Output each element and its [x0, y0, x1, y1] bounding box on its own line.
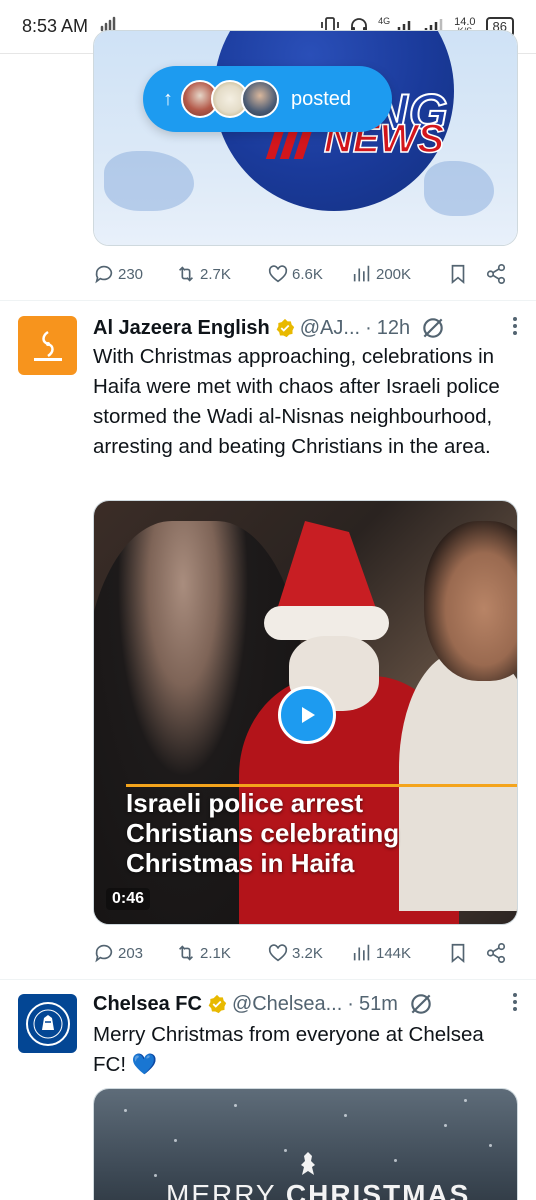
timestamp[interactable]: 51m [359, 993, 398, 1016]
grok-icon[interactable] [408, 991, 434, 1017]
caption-line-1: Israeli police arrest [126, 788, 364, 818]
chelsea-lion-icon [301, 1152, 315, 1175]
display-name[interactable]: Al Jazeera English [93, 317, 270, 340]
tweet-3-text: Merry Christmas from everyone at Chelsea… [93, 1023, 484, 1076]
separator-dot: · [365, 316, 372, 339]
tweet-2-actions: 203 2.1K 3.2K 144K [93, 938, 518, 968]
bookmark-button[interactable] [447, 942, 485, 964]
reply-icon [95, 265, 113, 284]
reply-count: 230 [118, 265, 144, 283]
aljazeera-avatar[interactable] [18, 316, 77, 375]
caption-line-2: Christians celebrating [126, 818, 400, 848]
retweet-icon [178, 266, 194, 282]
tweet-2-header: Al Jazeera English @AJ... · 12h [93, 314, 518, 342]
views-chart-icon [353, 265, 370, 282]
handle[interactable]: @Chelsea... [232, 993, 342, 1016]
display-name[interactable]: Chelsea FC [93, 993, 202, 1016]
bookmark-icon [451, 943, 465, 964]
retweet-count: 2.1K [200, 944, 231, 962]
handle[interactable]: @AJ... [300, 317, 360, 340]
verified-badge-icon [208, 994, 227, 1014]
views-chart-icon [353, 944, 370, 961]
video-caption: Israeli police arrest Christians celebra… [126, 788, 399, 878]
caption-accent-line [126, 784, 517, 787]
snowflake [444, 1124, 447, 1127]
like-button[interactable]: 3.2K [267, 942, 351, 964]
video-figure [264, 606, 389, 640]
video-duration: 0:46 [106, 888, 151, 910]
more-options-icon[interactable] [512, 316, 518, 336]
bookmark-icon [451, 264, 465, 285]
share-button[interactable] [485, 263, 515, 285]
share-icon [486, 943, 506, 963]
grok-icon[interactable] [420, 315, 446, 341]
snowflake [489, 1144, 492, 1147]
tweet-3-image[interactable]: MERRY CHRISTMAS [93, 1088, 518, 1200]
reply-button[interactable]: 203 [93, 942, 175, 964]
reply-count: 203 [118, 944, 144, 962]
snowflake [464, 1099, 467, 1102]
play-button[interactable] [278, 686, 336, 744]
merry-word: MERRY [166, 1179, 286, 1200]
view-count: 144K [376, 944, 412, 962]
retweet-button[interactable]: 2.1K [175, 942, 267, 964]
snowflake [124, 1109, 127, 1112]
caption-line-3: Christmas in Haifa [126, 848, 355, 878]
timestamp[interactable]: 12h [377, 317, 410, 340]
bookmark-button[interactable] [447, 263, 485, 285]
chelsea-avatar[interactable] [18, 994, 77, 1053]
snowflake [284, 1149, 287, 1152]
snowflake [234, 1104, 237, 1107]
tweet-2-video[interactable]: Israeli police arrest Christians celebra… [93, 500, 518, 925]
tweet-divider [0, 300, 536, 301]
heart-icon [268, 944, 288, 962]
views-button[interactable]: 144K [351, 942, 447, 964]
video-figure [424, 521, 517, 681]
reply-icon [95, 944, 113, 963]
status-time: 8:53 AM [22, 16, 89, 36]
chelsea-crest-icon [25, 1001, 70, 1046]
pill-avatars [181, 80, 279, 118]
network-type: 4G [378, 15, 391, 26]
more-options-icon[interactable] [512, 992, 518, 1012]
posted-label: posted [291, 87, 352, 110]
video-figure [399, 651, 517, 911]
new-posts-pill[interactable]: ↑ posted [143, 66, 392, 132]
tweet-3-header: Chelsea FC @Chelsea... · 51m [93, 990, 518, 1018]
aljazeera-logo-icon [33, 330, 62, 361]
retweet-icon [178, 945, 194, 961]
avatar [241, 80, 279, 118]
merry-christmas-text: MERRY CHRISTMAS [166, 1179, 470, 1200]
heart-icon [268, 265, 288, 283]
view-count: 200K [376, 265, 412, 283]
snowflake [344, 1114, 347, 1117]
like-button[interactable]: 6.6K [267, 263, 351, 285]
play-icon [302, 707, 315, 723]
reply-button[interactable]: 230 [93, 263, 175, 285]
separator-dot: · [347, 992, 354, 1015]
verified-badge-icon [276, 318, 294, 338]
tweet-1-image[interactable]: BREAKING NEWS [93, 30, 518, 246]
like-count: 6.6K [292, 265, 323, 283]
christmas-word: CHRISTMAS [285, 1179, 471, 1200]
tweet-1-actions: 230 2.7K 6.6K 200K [93, 259, 518, 289]
like-count: 3.2K [292, 944, 323, 962]
arrow-up-icon: ↑ [163, 87, 173, 110]
snowflake [154, 1174, 157, 1177]
retweet-count: 2.7K [200, 265, 231, 283]
snowflake [394, 1159, 397, 1162]
snowflake [174, 1139, 177, 1142]
tweet-2-text: With Christmas approaching, celebrations… [93, 345, 500, 458]
retweet-button[interactable]: 2.7K [175, 263, 267, 285]
tweet-divider [0, 979, 536, 980]
share-icon [486, 264, 506, 284]
views-button[interactable]: 200K [351, 263, 447, 285]
share-button[interactable] [485, 942, 515, 964]
